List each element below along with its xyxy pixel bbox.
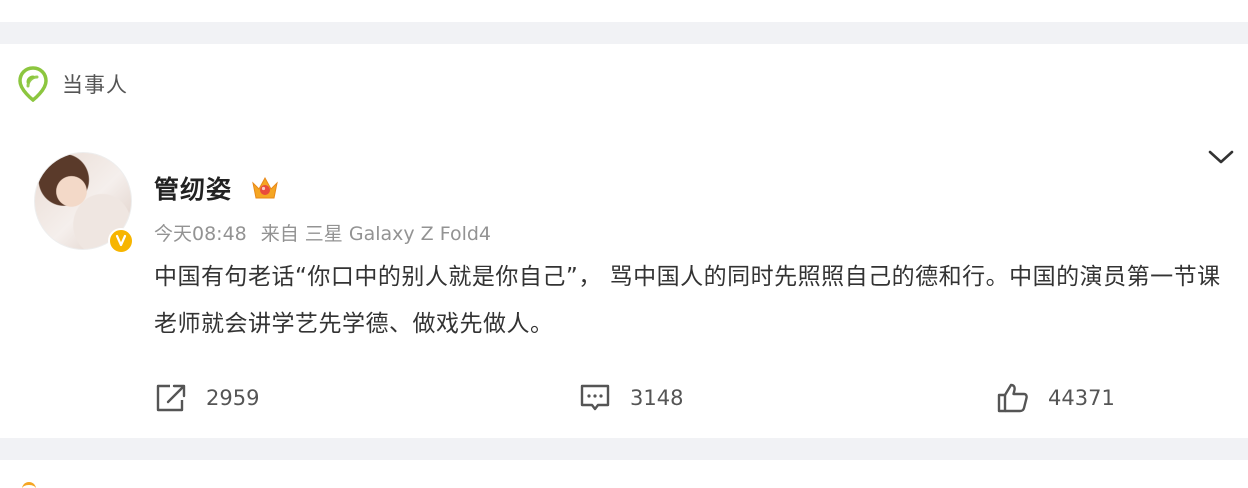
next-card [0,460,1248,488]
user-avatar-wrap[interactable] [34,152,134,254]
share-icon [156,384,186,412]
post-time[interactable]: 今天08:48 [154,219,247,246]
thumbs-up-icon [997,383,1028,413]
verified-badge-icon [108,228,134,254]
user-name[interactable]: 管纫姿 [154,170,232,206]
repost-count: 2959 [206,386,260,410]
post-text: 中国有句老话“你口中的别人就是你自己”， 骂中国人的同时先照照自己的德和行。中国… [154,264,1221,337]
post-meta: 今天08:48 来自 三星 Galaxy Z Fold4 [154,219,491,246]
post-source: 来自 三星 Galaxy Z Fold4 [260,223,492,245]
section-tag-label: 当事人 [62,73,128,97]
section-tag: 当事人 [18,66,128,102]
chevron-down-icon[interactable] [1206,146,1236,168]
next-card-icon [22,482,36,488]
comment-icon [580,384,610,411]
location-pin-icon [18,66,48,102]
like-button[interactable]: 44371 [996,380,1115,416]
repost-button[interactable]: 2959 [154,380,259,416]
comment-count: 3148 [630,386,684,410]
crown-icon[interactable] [250,174,280,202]
previous-card [0,0,1248,22]
like-count: 44371 [1048,386,1115,410]
comment-button[interactable]: 3148 [578,380,683,416]
